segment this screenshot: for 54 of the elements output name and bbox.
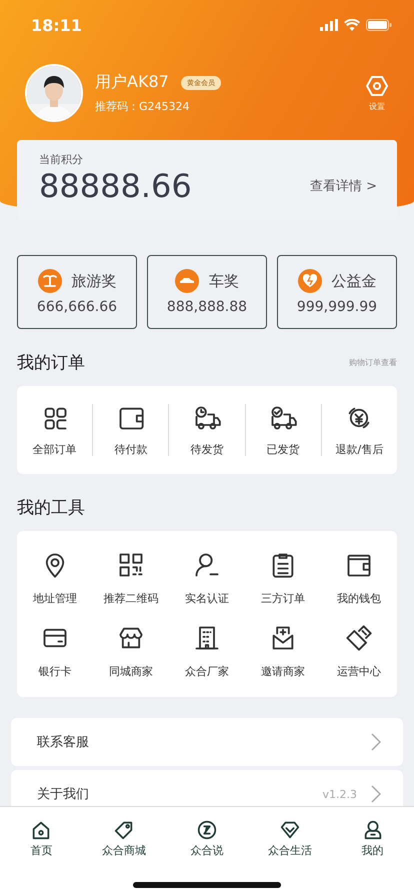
menu-label: 联系客服 [37,734,90,751]
circle-logo-icon [196,819,218,841]
reward-card[interactable]: 车奖 888,888.88 [147,255,267,329]
tool-item[interactable]: 推荐二维码 [93,551,169,606]
wifi-icon [344,19,360,31]
tool-item[interactable]: 运营中心 [321,624,397,679]
chevron-icon [371,785,381,803]
qr-code-icon [117,551,145,579]
building-icon [193,624,221,652]
tab[interactable]: 首页 [0,819,83,858]
menu-row[interactable]: 联系客服 [11,718,403,766]
reward-value: 888,888.88 [166,299,248,315]
reward-card[interactable]: 旅游奖 666,666.66 [17,255,137,329]
section-title: 我的订单 [17,352,85,374]
truck-check-icon [269,404,298,432]
username: 用户AK87 [95,72,169,93]
section-title: 我的工具 [17,497,85,519]
chevron-icon [371,733,381,751]
tool-item[interactable]: 我的钱包 [321,551,397,606]
reward-label: 公益金 [332,272,376,290]
tool-item[interactable]: 地址管理 [17,551,93,606]
order-item[interactable]: 待发货 [169,404,245,456]
tab[interactable]: 众合商城 [82,819,166,858]
tab[interactable]: 众合生活 [248,819,332,858]
status-time: 18:11 [31,16,82,34]
order-item[interactable]: 全部订单 [17,404,92,456]
reward-label: 旅游奖 [72,272,116,290]
reward-value: 999,999.99 [296,299,378,315]
tab[interactable]: 众合说 [166,819,248,858]
referral-code: 推荐码：G245324 [95,99,191,114]
reward-card[interactable]: 公益金 999,999.99 [277,255,397,329]
signal-icon [320,19,338,31]
tool-item[interactable]: 银行卡 [17,624,93,679]
battery-icon [366,19,392,31]
order-item[interactable]: 退款/售后 [322,404,398,456]
settings-icon [365,74,389,98]
tab[interactable]: 我的 [331,819,414,858]
order-item[interactable]: 待付款 [93,404,168,456]
reward-value: 666,666.66 [36,299,118,315]
tool-item[interactable]: 众合厂家 [169,624,245,679]
tool-item[interactable]: 邀请商家 [245,624,321,679]
details-link[interactable]: 查看详情 > [310,177,377,195]
menu-row[interactable]: 关于我们 v1.2.3 [11,770,403,806]
tool-item[interactable]: 三方订单 [245,551,321,606]
points-value: 88888.66 [39,167,192,205]
tool-item[interactable]: 同城商家 [93,624,169,679]
reward-label: 车奖 [209,272,239,290]
tool-item[interactable]: 实名认证 [169,551,245,606]
person-icon [193,551,221,579]
truck-clock-icon [193,404,221,432]
version-text: v1.2.3 [322,788,357,800]
points-label: 当前积分 [39,152,84,167]
menu-label: 关于我们 [37,786,90,803]
order-item[interactable]: 已发货 [246,404,321,456]
